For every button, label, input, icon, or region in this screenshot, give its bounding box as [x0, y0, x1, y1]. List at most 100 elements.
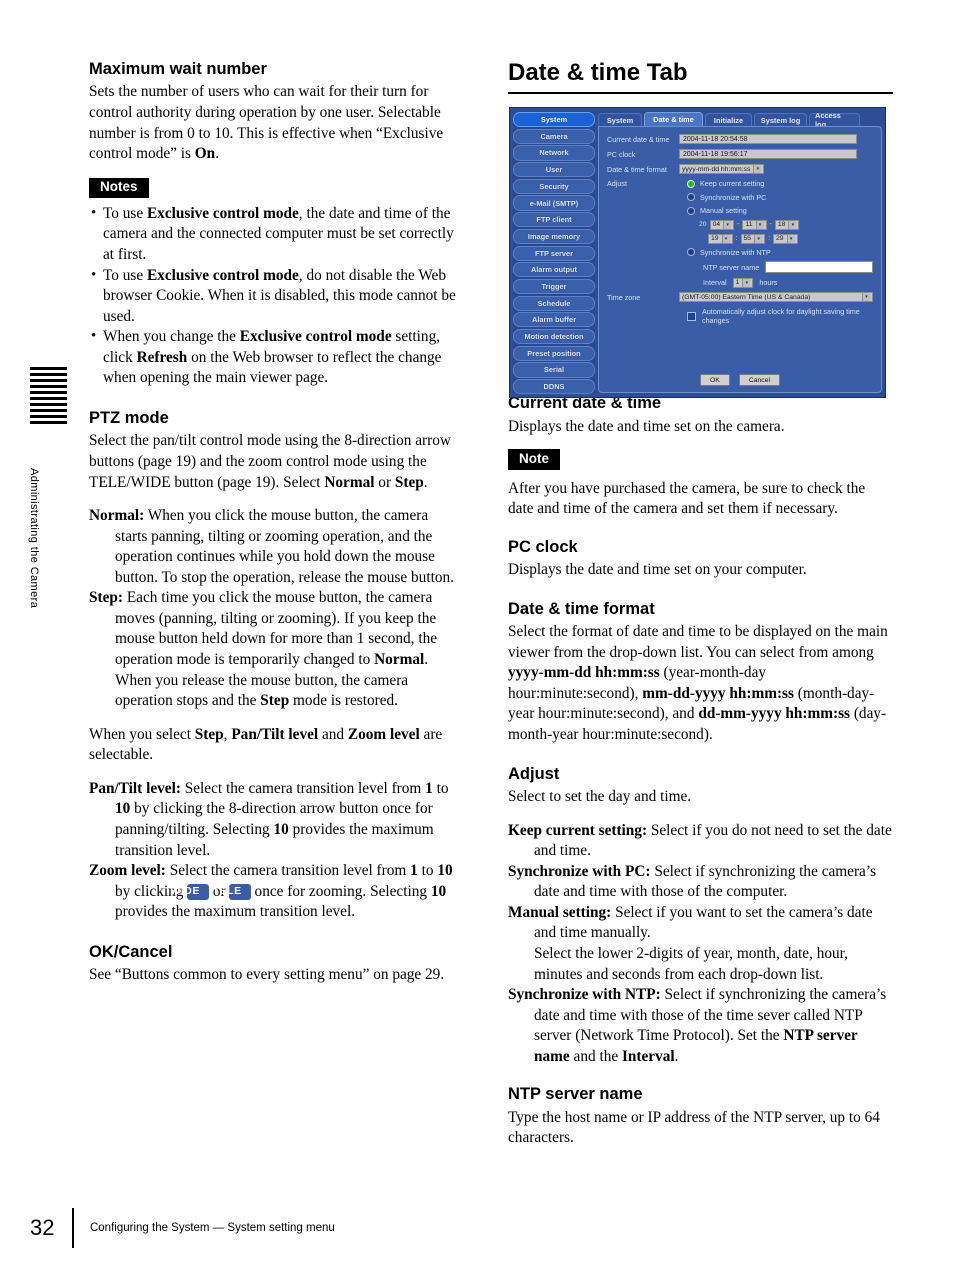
radio-synchronize-with-ntp[interactable]: Synchronize with NTP [607, 248, 873, 257]
heading-adjust: Adjust [508, 764, 560, 783]
term-manual-setting: Manual setting: [508, 903, 612, 921]
def-pantilt-level: Pan/Tilt level: Select the camera transi… [89, 779, 464, 861]
tab-initialize[interactable]: Initialize [705, 113, 752, 126]
manual-hour-select[interactable]: 19 ▾ [708, 233, 733, 244]
manual-day-select[interactable]: 18 ▾ [774, 219, 800, 230]
label-adjust: Adjust [607, 179, 627, 188]
sidebar-item-alarm-output[interactable]: Alarm output [513, 262, 595, 278]
pc-clock-value: 2004-11-18 19:56:17 [679, 149, 857, 159]
section-tab-label: Administrating the Camera [28, 468, 40, 609]
radio-manual-setting[interactable]: Manual setting [607, 206, 873, 215]
text: and the [569, 1047, 622, 1065]
sidebar-item-preset-position[interactable]: Preset position [513, 345, 595, 361]
date-time-format-select[interactable]: yyyy-mm-dd hh:mm:ss ▾ [679, 164, 765, 174]
sidebar-item-serial[interactable]: Serial [513, 362, 595, 378]
term-pantilt-level: Pan/Tilt level: [89, 779, 181, 797]
manual-time-row: 19 ▾ : 55 ▾ : 29 ▾ [607, 233, 873, 244]
para-adjust: Select to set the day and time. [508, 788, 692, 806]
para-current-date-time: Displays the date and time set on the ca… [508, 417, 785, 435]
date-time-format-value: yyyy-mm-dd hh:mm:ss [682, 165, 751, 173]
interval-select[interactable]: 1 ▾ [732, 277, 754, 288]
bold-step: Step [260, 692, 290, 710]
heading-ntp-server-name: NTP server name [508, 1085, 643, 1104]
text: Select the camera transition level from [180, 779, 426, 797]
checkbox-daylight-saving[interactable]: Automatically adjust clock for daylight … [607, 307, 873, 325]
text: . [215, 145, 220, 163]
manual-second-select[interactable]: 29 ▾ [773, 233, 798, 244]
sidebar-item-alarm-buffer[interactable]: Alarm buffer [513, 312, 595, 328]
sidebar-item-camera[interactable]: Camera [513, 128, 595, 144]
manual-month-value: 11 [745, 221, 753, 228]
field-time-zone: Time zone (GMT-05:00) Eastern Time (US &… [607, 292, 873, 302]
term-zoom-level: Zoom level: [89, 862, 166, 880]
chevron-down-icon: ▾ [788, 220, 797, 229]
text: and [318, 725, 348, 743]
screenshot-sidebar: System Camera Network User Security e-Ma… [513, 112, 595, 395]
cancel-button[interactable]: Cancel [738, 374, 780, 386]
para-ptz-mode: Select the pan/tilt control mode using t… [89, 431, 464, 493]
bold-1: 1 [410, 862, 418, 880]
sidebar-item-ftp-server[interactable]: FTP server [513, 245, 595, 261]
sidebar-item-user[interactable]: User [513, 162, 595, 178]
text: or [374, 473, 395, 491]
field-date-time-format: Date & time format yyyy-mm-dd hh:mm:ss ▾ [607, 164, 873, 174]
bold-normal: Normal [324, 473, 375, 491]
bold-format-ymd: yyyy-mm-dd hh:mm:ss [508, 664, 660, 682]
ok-button[interactable]: OK [700, 374, 730, 386]
manual-day-value: 18 [777, 221, 786, 228]
label-date-time-format: Date & time format [607, 164, 667, 174]
label-current-date-time: Current date & time [607, 134, 670, 144]
note-badge: Note [508, 449, 560, 470]
sidebar-item-motion-detection[interactable]: Motion detection [513, 328, 595, 345]
manual-year-select[interactable]: 04 ▾ [709, 219, 735, 230]
left-column: Maximum wait number Sets the number of u… [89, 60, 464, 986]
term-synchronize-with-pc: Synchronize with PC: [508, 862, 651, 880]
section-tab-marker [30, 367, 67, 430]
tab-access-log[interactable]: Access log [809, 111, 860, 129]
manual-minute-select[interactable]: 55 ▾ [740, 233, 766, 244]
bold-term: Exclusive control mode [146, 266, 299, 284]
sidebar-item-ftp-client[interactable]: FTP client [513, 212, 595, 228]
bold-1: 1 [425, 779, 433, 797]
footer-divider [72, 1208, 74, 1248]
bold-format-mdy: mm-dd-yyyy hh:mm:ss [642, 684, 794, 702]
tab-system[interactable]: System [598, 113, 642, 126]
list-item: To use Exclusive control mode, the date … [89, 203, 464, 266]
manual-month-select[interactable]: 11 ▾ [742, 219, 767, 230]
time-zone-select[interactable]: (GMT-05:00) Eastern Time (US & Canada) ▾ [679, 292, 873, 302]
manual-minute-value: 55 [743, 235, 752, 242]
sidebar-item-ddns[interactable]: DDNS [513, 379, 595, 395]
ntp-server-name-input[interactable] [765, 261, 873, 273]
sidebar-item-email-smtp[interactable]: e-Mail (SMTP) [513, 195, 595, 211]
sidebar-item-system[interactable]: System [513, 112, 595, 128]
sidebar-item-security[interactable]: Security [513, 178, 595, 194]
field-interval: Interval 1 ▾ hours [607, 277, 873, 288]
field-ntp-server-name: NTP server name [607, 261, 873, 273]
radio-icon-selected [687, 179, 695, 188]
radio-label: Synchronize with NTP [700, 247, 771, 257]
def-synchronize-with-ntp: Synchronize with NTP: Select if synchron… [508, 985, 893, 1067]
para-ok-cancel: See “Buttons common to every setting men… [89, 966, 445, 984]
sidebar-item-trigger[interactable]: Trigger [513, 278, 595, 295]
sidebar-item-network[interactable]: Network [513, 145, 595, 161]
sidebar-item-image-memory[interactable]: Image memory [513, 228, 595, 244]
tab-date-time[interactable]: Date & time [644, 112, 703, 126]
chevron-down-icon: ▾ [786, 234, 795, 243]
term-step: Step: [89, 589, 123, 607]
text: . [423, 473, 428, 491]
radio-synchronize-with-pc[interactable]: Synchronize with PC [607, 193, 873, 202]
def-normal: Normal: When you click the mouse button,… [89, 506, 464, 588]
term-keep-current-setting: Keep current setting: [508, 821, 648, 839]
term-normal: Normal: [89, 507, 145, 525]
sidebar-item-schedule[interactable]: Schedule [513, 295, 595, 311]
tab-system-log[interactable]: System log [754, 113, 807, 126]
tele-button-glyph: TELE [212, 884, 251, 901]
notes-badge: Notes [89, 177, 149, 198]
para-date-time-format: Select the format of date and time to be… [508, 622, 893, 745]
date-separator: - [737, 221, 740, 228]
date-separator: - [769, 221, 772, 228]
text: You can select from among [706, 643, 874, 661]
chevron-down-icon: ▾ [862, 293, 870, 301]
radio-icon [687, 248, 695, 256]
bold-interval: Interval [621, 1047, 675, 1065]
